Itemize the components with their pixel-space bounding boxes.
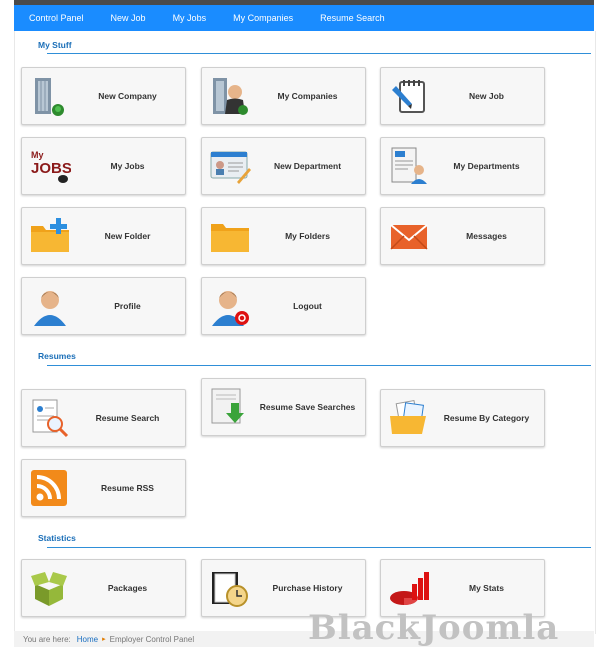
control-panel-content: My Stuff New Company My Companies New Jo… <box>14 31 596 634</box>
section-title-resumes: Resumes <box>38 351 76 361</box>
id-card-icon <box>210 151 251 184</box>
tile-label: Resume By Category <box>443 413 530 423</box>
rss-icon <box>31 470 67 506</box>
nav-resume-search[interactable]: Resume Search <box>320 13 385 23</box>
breadcrumb-lead: You are here: <box>23 634 71 644</box>
envelope-icon <box>390 224 428 250</box>
folder-icon <box>211 224 249 252</box>
watermark-logo: BlackJoomla <box>308 608 560 648</box>
tile-packages[interactable]: Packages <box>21 559 186 617</box>
package-box-icon <box>31 572 67 606</box>
tile-label: New Folder <box>104 231 151 241</box>
tile-my-departments[interactable]: My Departments <box>380 137 545 195</box>
tile-my-jobs[interactable]: My JOBS My Jobs <box>21 137 186 195</box>
tile-profile[interactable]: Profile <box>21 277 186 335</box>
tile-new-folder[interactable]: New Folder <box>21 207 186 265</box>
tile-resume-save-searches[interactable]: Resume Save Searches <box>201 378 366 436</box>
tile-my-companies[interactable]: My Companies <box>201 67 366 125</box>
nav-my-companies[interactable]: My Companies <box>233 13 293 23</box>
tile-new-department[interactable]: New Department <box>201 137 366 195</box>
tile-my-folders[interactable]: My Folders <box>201 207 366 265</box>
section-divider <box>47 365 591 366</box>
section-title-my-stuff: My Stuff <box>38 40 72 50</box>
building-icon <box>35 78 64 116</box>
clipboard-pen-icon <box>392 80 425 113</box>
nav-my-jobs[interactable]: My Jobs <box>173 13 207 23</box>
tile-messages[interactable]: Messages <box>380 207 545 265</box>
tile-label: Profile <box>114 301 141 311</box>
tile-label: My Companies <box>277 91 338 101</box>
tile-label: My Jobs <box>110 161 145 171</box>
tile-new-job[interactable]: New Job <box>380 67 545 125</box>
breadcrumb-separator-icon: ▸ <box>102 636 106 643</box>
tile-label: Resume Search <box>95 413 160 423</box>
logout-user-icon <box>212 291 249 326</box>
tile-label: My Departments <box>453 161 520 171</box>
tile-label: My Folders <box>285 231 330 241</box>
save-download-icon <box>211 388 244 424</box>
jobs-icon: My JOBS <box>31 150 71 183</box>
tile-resume-search[interactable]: Resume Search <box>21 389 186 447</box>
tile-logout[interactable]: Logout <box>201 277 366 335</box>
tile-label: Messages <box>466 231 507 241</box>
section-divider <box>47 547 591 548</box>
resume-search-icon <box>32 399 69 438</box>
tile-resume-rss[interactable]: Resume RSS <box>21 459 186 517</box>
document-user-icon <box>391 147 427 184</box>
clock-book-icon <box>212 572 248 607</box>
user-icon <box>34 291 66 326</box>
nav-control-panel[interactable]: Control Panel <box>29 13 84 23</box>
breadcrumb-home-link[interactable]: Home <box>77 635 98 644</box>
company-user-icon <box>213 78 248 115</box>
folder-plus-icon <box>31 218 69 252</box>
tile-label: New Company <box>98 91 157 101</box>
folder-documents-icon <box>390 400 426 434</box>
tile-label: Resume RSS <box>101 483 154 493</box>
tile-label: New Job <box>469 91 504 101</box>
svg-text:JOBS: JOBS <box>31 160 71 177</box>
nav-new-job[interactable]: New Job <box>111 13 146 23</box>
tile-resume-by-category[interactable]: Resume By Category <box>380 389 545 447</box>
stats-chart-icon <box>390 572 429 605</box>
top-navbar: Control Panel New Job My Jobs My Compani… <box>14 5 594 31</box>
tile-label: Packages <box>107 583 148 593</box>
breadcrumb-current: Employer Control Panel <box>109 634 195 644</box>
section-divider <box>47 53 591 54</box>
tile-label: Resume Save Searches <box>259 402 356 412</box>
tile-new-company[interactable]: New Company <box>21 67 186 125</box>
section-title-statistics: Statistics <box>38 533 76 543</box>
tile-label: New Department <box>273 161 342 171</box>
tile-label: Logout <box>293 301 322 311</box>
svg-text:My: My <box>31 150 44 160</box>
